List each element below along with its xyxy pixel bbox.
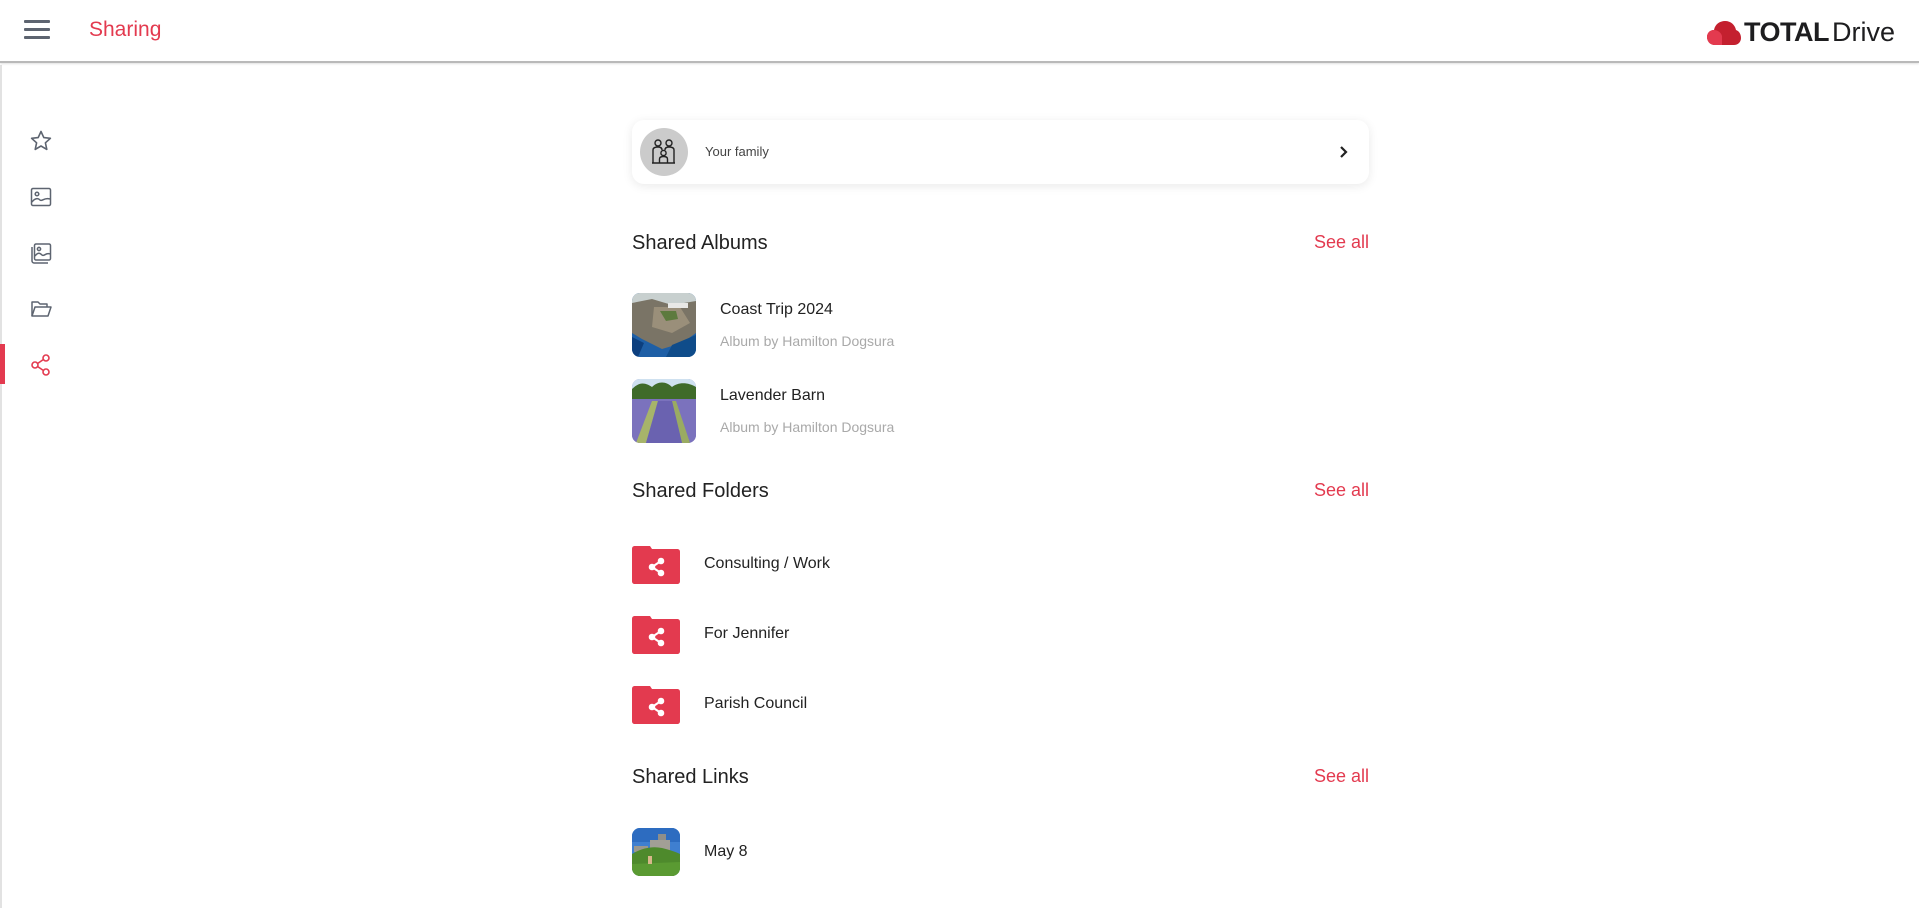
page-title: Sharing [89,18,162,41]
shared-folders-heading: Shared Folders [632,480,769,502]
images-icon [31,243,52,264]
menu-icon-line [24,36,50,39]
album-thumbnail-lavender-field [632,379,696,443]
shared-folders-see-all-link[interactable]: See all [1314,480,1369,501]
shared-folder-icon [632,686,680,724]
shared-folder-item[interactable]: Consulting / Work [632,544,1032,584]
image-icon [30,187,52,207]
menu-icon-line [24,28,50,31]
hamburger-menu-button[interactable] [24,20,52,44]
folder-name: Parish Council [704,695,808,712]
folder-open-icon [31,301,52,317]
shared-folder-item[interactable]: For Jennifer [632,614,1032,654]
shared-link-item[interactable]: May 8 [632,828,1032,876]
album-name: Lavender Barn [720,387,825,404]
menu-icon-line [24,20,50,23]
shared-folder-icon [632,616,680,654]
album-owner: Album by Hamilton Dogsura [720,333,895,349]
chevron-right-icon [1340,146,1348,158]
album-item[interactable]: Lavender Barn Album by Hamilton Dogsura [632,379,1032,443]
cloud-logo-icon [1706,21,1741,45]
album-name: Coast Trip 2024 [720,301,833,318]
brand-name-bold: TOTAL [1743,16,1830,47]
link-name: May 8 [704,843,748,860]
shared-albums-heading: Shared Albums [632,232,768,254]
link-thumbnail-castle-hill [632,828,680,876]
sidebar-item-sharing[interactable] [0,344,82,386]
top-bar: Sharing TOTAL Drive [0,0,1919,63]
sidebar-item-files[interactable] [2,288,82,330]
your-family-card[interactable]: Your family [632,120,1369,184]
your-family-label: Your family [705,144,769,159]
family-icon [652,139,675,164]
brand-logo[interactable]: TOTAL Drive [1706,16,1895,48]
album-owner: Album by Hamilton Dogsura [720,419,895,435]
shared-folder-item[interactable]: Parish Council [632,684,1032,724]
active-indicator [0,344,5,384]
shared-links-see-all-link[interactable]: See all [1314,766,1369,787]
folder-name: For Jennifer [704,625,790,642]
share-icon [31,354,50,376]
sidebar-item-favorites[interactable] [2,120,82,162]
album-thumbnail-coastal-cliffs [632,293,696,357]
sidebar-item-photos[interactable] [2,176,82,218]
album-item[interactable]: Coast Trip 2024 Album by Hamilton Dogsur… [632,293,1032,357]
shared-folder-icon [632,546,680,584]
brand-name-light: Drive [1831,16,1895,47]
shared-links-heading: Shared Links [632,766,749,788]
star-icon [30,130,52,151]
family-avatar [640,128,688,176]
sidebar-nav [0,65,80,908]
shared-albums-see-all-link[interactable]: See all [1314,232,1369,253]
sidebar-item-albums[interactable] [2,232,82,274]
folder-name: Consulting / Work [704,555,830,572]
